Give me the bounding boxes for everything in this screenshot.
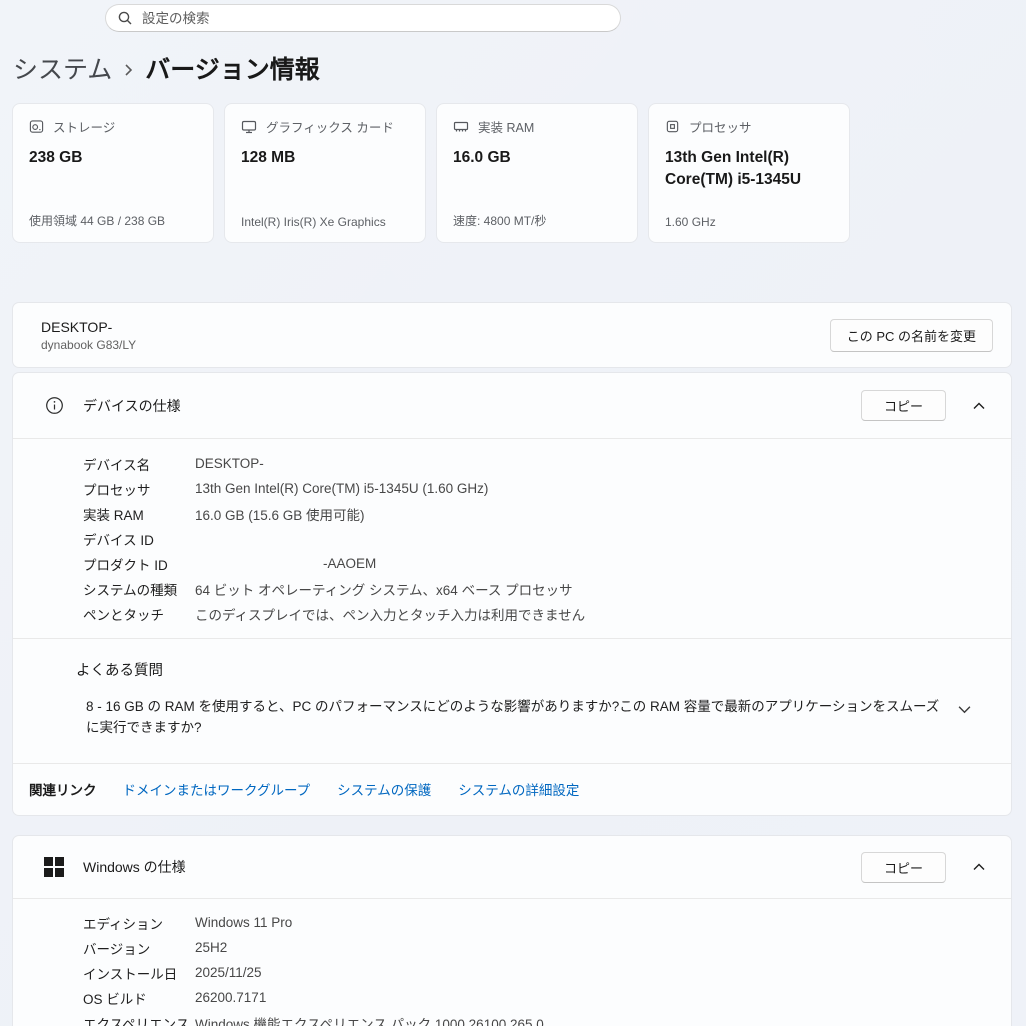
spec-row-os-build: OS ビルド 26200.7171 — [83, 985, 1011, 1010]
storage-icon — [29, 119, 44, 134]
collapse-windows-specs-button[interactable] — [963, 852, 995, 882]
spec-row-edition: エディション Windows 11 Pro — [83, 910, 1011, 935]
device-model: dynabook G83/LY — [41, 338, 830, 352]
info-icon — [43, 396, 65, 415]
spec-row-processor: プロセッサ 13th Gen Intel(R) Core(TM) i5-1345… — [83, 476, 1011, 501]
device-specs-title: デバイスの仕様 — [83, 396, 861, 416]
processor-card: プロセッサ 13th Gen Intel(R) Core(TM) i5-1345… — [648, 103, 850, 243]
spec-row-version: バージョン 25H2 — [83, 935, 1011, 960]
chevron-up-icon — [973, 863, 985, 871]
card-value: 128 MB — [241, 147, 409, 169]
spec-row-ram: 実装 RAM 16.0 GB (15.6 GB 使用可能) — [83, 501, 1011, 526]
card-label: 実装 RAM — [478, 117, 534, 136]
windows-logo-icon — [43, 857, 65, 877]
spec-row-device-id: デバイス ID — [83, 526, 1011, 551]
storage-card: ストレージ 238 GB 使用領域 44 GB / 238 GB — [12, 103, 214, 243]
spec-row-device-name: デバイス名 DESKTOP- — [83, 451, 1011, 476]
card-label: プロセッサ — [689, 117, 752, 136]
breadcrumb: システム バージョン情報 — [13, 50, 320, 86]
collapse-device-specs-button[interactable] — [963, 391, 995, 421]
breadcrumb-system[interactable]: システム — [13, 50, 112, 86]
faq-question[interactable]: 8 - 16 GB の RAM を使用すると、PC のパフォーマンスにどのような… — [86, 697, 941, 739]
card-caption: Intel(R) Iris(R) Xe Graphics — [241, 215, 413, 229]
card-caption: 速度: 4800 MT/秒 — [453, 212, 625, 229]
link-domain-or-workgroup[interactable]: ドメインまたはワークグループ — [123, 779, 311, 799]
faq-section: よくある質問 8 - 16 GB の RAM を使用すると、PC のパフォーマン… — [13, 639, 1011, 763]
device-spec-rows: デバイス名 DESKTOP- プロセッサ 13th Gen Intel(R) C… — [13, 439, 1011, 638]
chevron-right-icon — [124, 62, 133, 78]
device-specs-panel: デバイスの仕様 コピー デバイス名 DESKTOP- プロセッサ 13th Ge… — [12, 372, 1012, 816]
spec-row-install-date: インストール日 2025/11/25 — [83, 960, 1011, 985]
device-specs-header[interactable]: デバイスの仕様 コピー — [13, 373, 1011, 438]
chevron-down-icon[interactable] — [958, 701, 971, 719]
rename-pc-button[interactable]: この PC の名前を変更 — [830, 319, 993, 352]
chevron-up-icon — [973, 402, 985, 410]
windows-spec-rows: エディション Windows 11 Pro バージョン 25H2 インストール日… — [13, 899, 1011, 1026]
faq-title: よくある質問 — [76, 659, 971, 680]
search-icon — [118, 11, 132, 25]
copy-windows-specs-button[interactable]: コピー — [861, 852, 946, 883]
ram-icon — [453, 119, 469, 134]
spec-row-pen-touch: ペンとタッチ このディスプレイでは、ペン入力とタッチ入力は利用できません — [83, 601, 1011, 626]
device-name-panel: DESKTOP- dynabook G83/LY この PC の名前を変更 — [12, 302, 1012, 368]
search-input[interactable] — [142, 11, 608, 26]
windows-specs-title: Windows の仕様 — [83, 857, 861, 877]
summary-cards: ストレージ 238 GB 使用領域 44 GB / 238 GB グラフィックス… — [12, 103, 850, 243]
spec-row-experience: エクスペリエンス Windows 機能エクスペリエンス パック 1000.261… — [83, 1010, 1011, 1026]
windows-specs-panel: Windows の仕様 コピー エディション Windows 11 Pro バー… — [12, 835, 1012, 1026]
page-title: バージョン情報 — [145, 50, 320, 86]
card-caption: 使用領域 44 GB / 238 GB — [29, 212, 201, 229]
cpu-icon — [665, 119, 680, 134]
link-advanced-system-settings[interactable]: システムの詳細設定 — [458, 779, 579, 799]
card-caption: 1.60 GHz — [665, 215, 837, 229]
related-links-row: 関連リンク ドメインまたはワークグループ システムの保護 システムの詳細設定 — [13, 764, 1011, 815]
graphics-card-icon — [241, 119, 257, 134]
card-label: グラフィックス カード — [266, 117, 394, 136]
copy-device-specs-button[interactable]: コピー — [861, 390, 946, 421]
graphics-card: グラフィックス カード 128 MB Intel(R) Iris(R) Xe G… — [224, 103, 426, 243]
windows-specs-header[interactable]: Windows の仕様 コピー — [13, 836, 1011, 898]
related-links-label: 関連リンク — [29, 779, 97, 799]
card-value: 16.0 GB — [453, 147, 621, 169]
spec-row-product-id: プロダクト ID -AAOEM — [83, 551, 1011, 576]
link-system-protection[interactable]: システムの保護 — [337, 779, 431, 799]
settings-search-box[interactable] — [105, 4, 621, 32]
card-value: 238 GB — [29, 147, 197, 169]
device-name: DESKTOP- — [41, 319, 830, 335]
spec-row-system-type: システムの種類 64 ビット オペレーティング システム、x64 ベース プロセ… — [83, 576, 1011, 601]
card-value: 13th Gen Intel(R) Core(TM) i5-1345U — [665, 147, 833, 190]
ram-card: 実装 RAM 16.0 GB 速度: 4800 MT/秒 — [436, 103, 638, 243]
card-label: ストレージ — [53, 117, 115, 136]
